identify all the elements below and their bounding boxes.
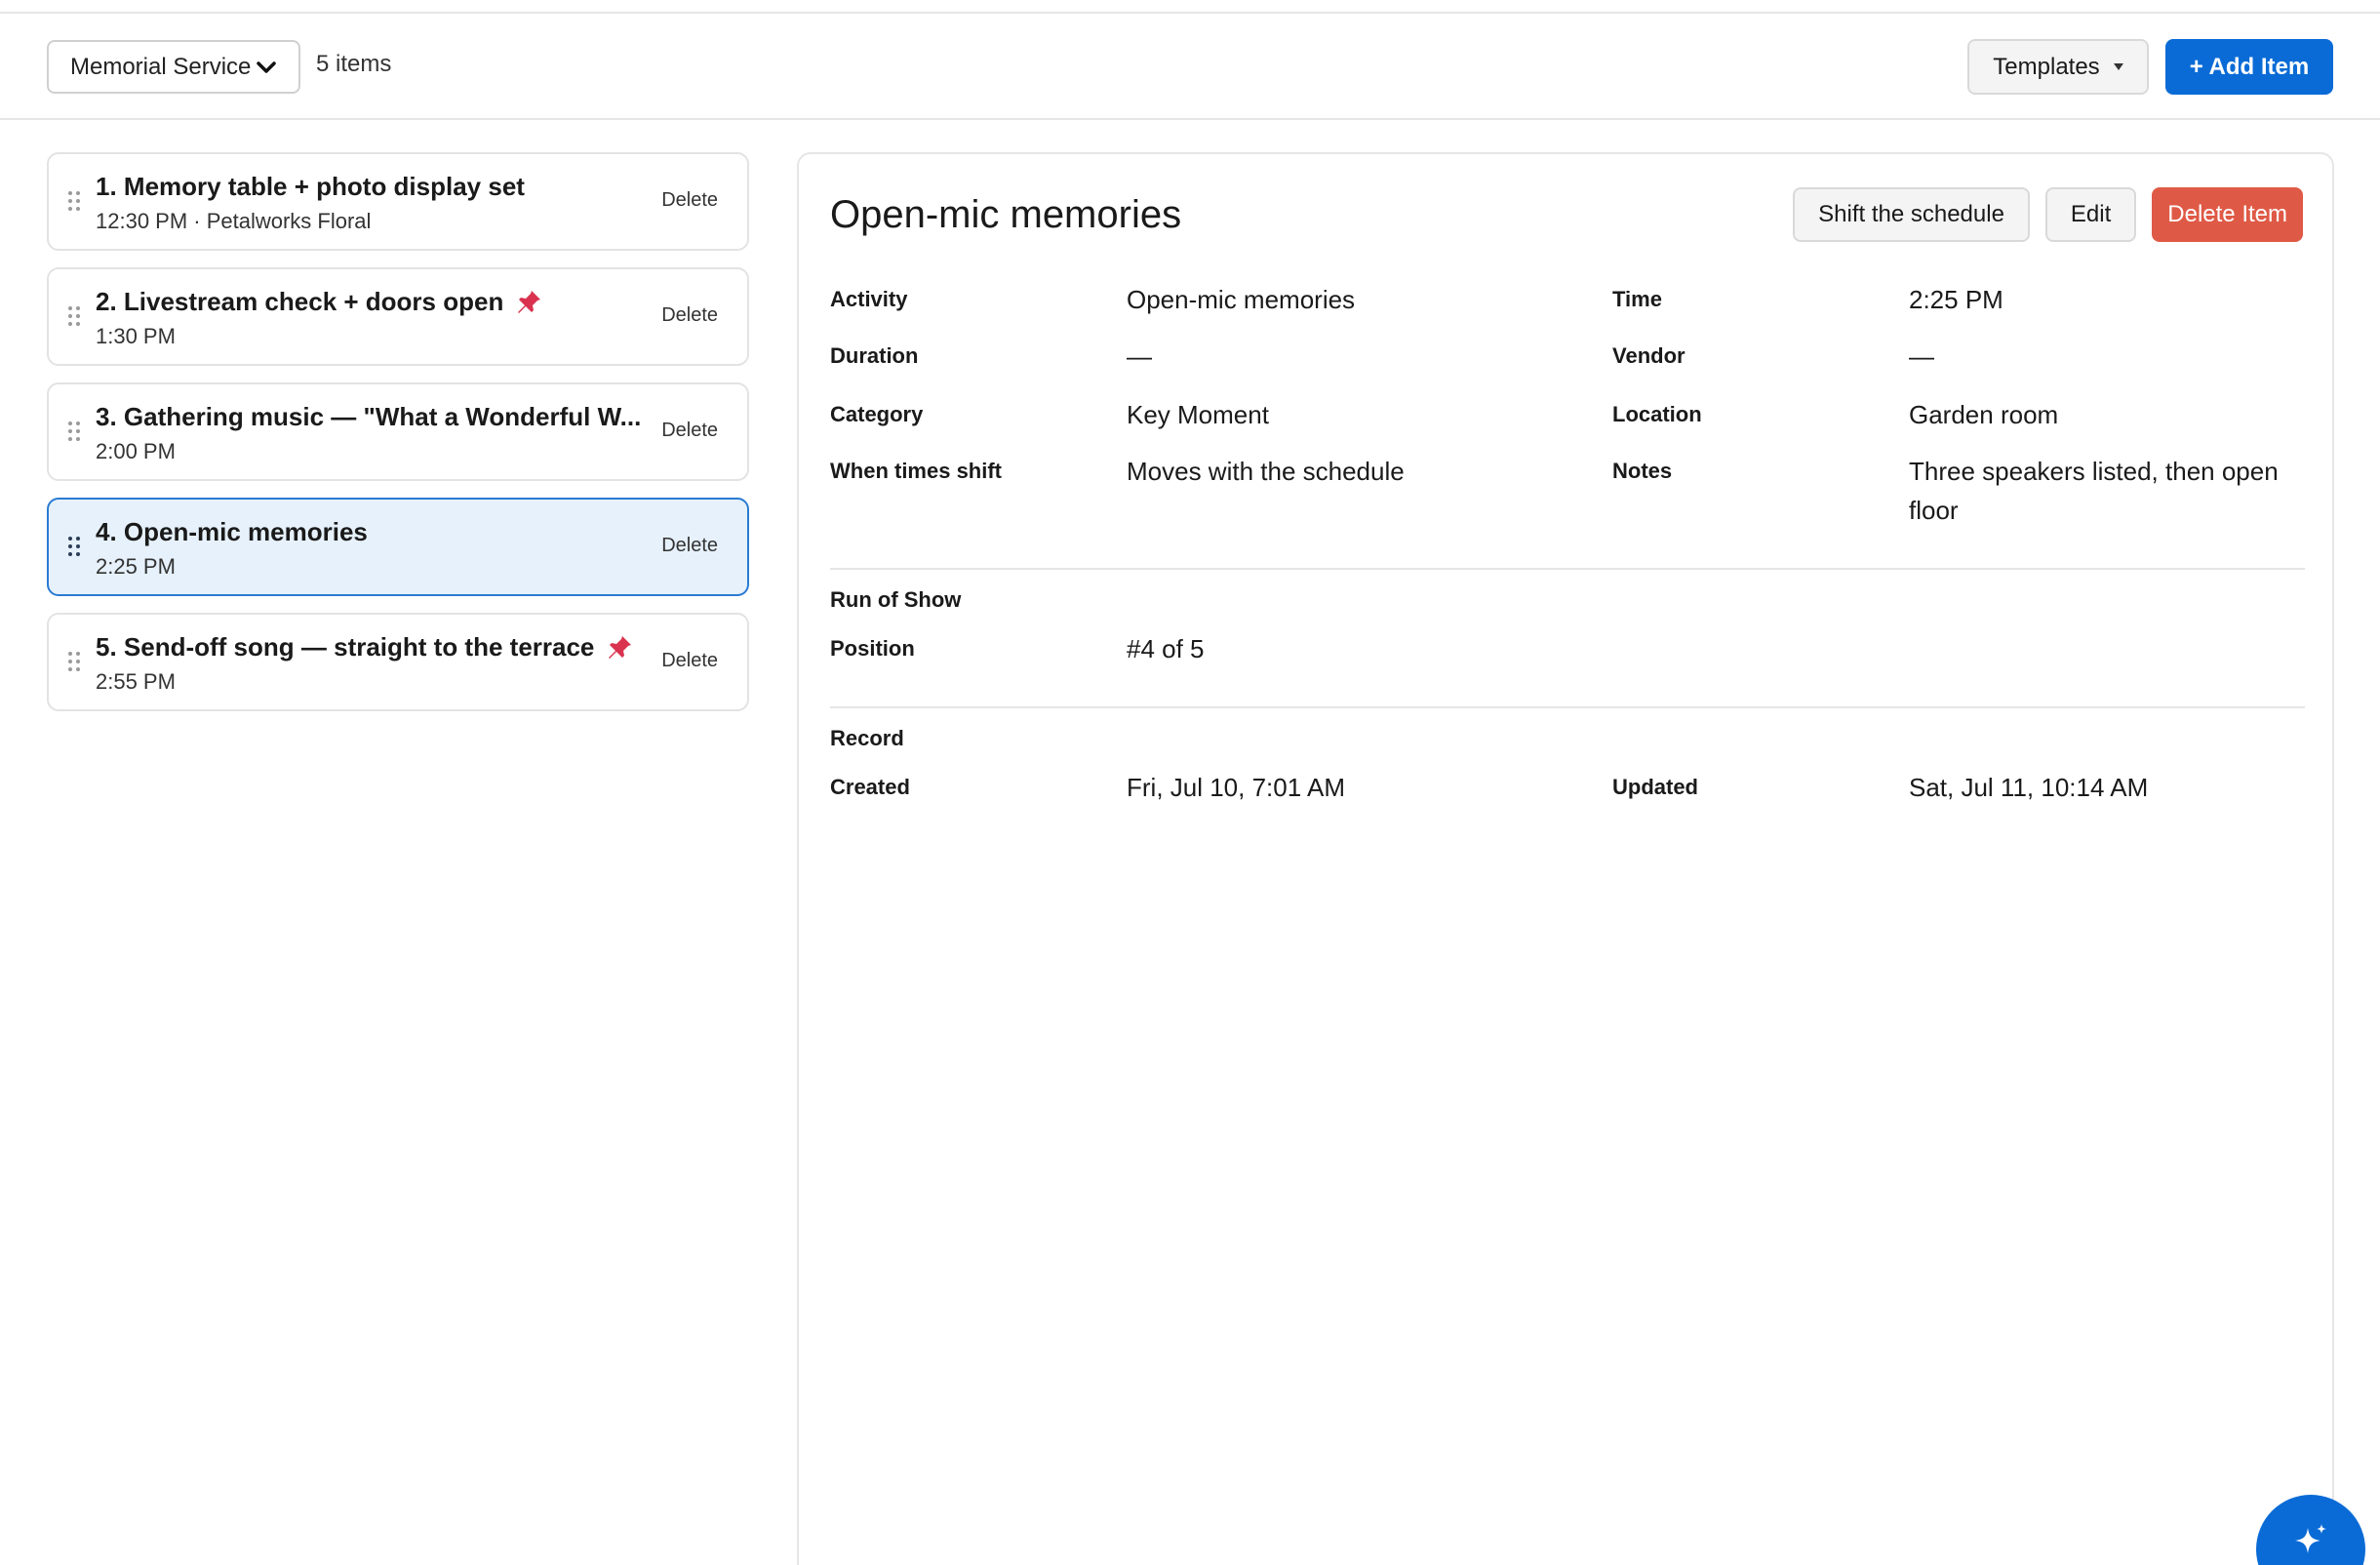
- list-item-subtitle: 2:00 PM: [96, 439, 176, 463]
- time-value: 2:25 PM: [1909, 285, 2003, 314]
- edit-button[interactable]: Edit: [2044, 187, 2137, 242]
- sparkle-icon: [2290, 1522, 2331, 1565]
- updated-label: Updated: [1612, 775, 1698, 799]
- item-detail-panel: Open-mic memories Shift the schedule Edi…: [797, 152, 2334, 1565]
- location-label: Location: [1612, 402, 1702, 426]
- caret-down-icon: [2113, 63, 2123, 70]
- section-divider: [830, 706, 2305, 708]
- toolbar: Memorial Service 5 items Templates + Add…: [0, 16, 2380, 120]
- list-item-subtitle: 2:25 PM: [96, 554, 176, 579]
- schedule-select-value: Memorial Service: [70, 53, 252, 80]
- detail-title: Open-mic memories: [830, 193, 1182, 236]
- schedule-select[interactable]: Memorial Service: [47, 40, 300, 94]
- delete-item-link[interactable]: Delete: [661, 304, 718, 327]
- pushpin-icon: [606, 634, 633, 662]
- location-value: Garden room: [1909, 400, 2059, 429]
- schedule-item-list: 1. Memory table + photo display set 12:3…: [47, 152, 749, 728]
- activity-label: Activity: [830, 287, 908, 311]
- chevron-down-icon: [256, 57, 277, 78]
- shift-schedule-button[interactable]: Shift the schedule: [1793, 187, 2030, 242]
- vendor-value: —: [1909, 341, 1934, 371]
- list-item[interactable]: 3. Gathering music — "What a Wonderful W…: [47, 382, 749, 481]
- delete-item-link[interactable]: Delete: [661, 650, 718, 672]
- list-item-subtitle: 12:30 PM · Petalworks Floral: [96, 209, 372, 233]
- delete-item-link[interactable]: Delete: [661, 535, 718, 557]
- activity-value: Open-mic memories: [1127, 285, 1356, 314]
- pushpin-icon: [515, 289, 542, 316]
- delete-item-button[interactable]: Delete Item: [2152, 187, 2303, 242]
- category-value: Key Moment: [1127, 400, 1269, 429]
- drag-handle-icon[interactable]: [68, 306, 80, 328]
- list-item-title: 3. Gathering music — "What a Wonderful W…: [96, 402, 642, 431]
- when-times-shift-label: When times shift: [830, 459, 1003, 483]
- top-bar: [0, 0, 2380, 14]
- delete-item-link[interactable]: Delete: [661, 189, 718, 212]
- time-label: Time: [1612, 287, 1662, 311]
- section-divider: [830, 568, 2305, 570]
- drag-handle-icon[interactable]: [68, 537, 80, 558]
- duration-value: —: [1127, 341, 1152, 371]
- templates-button[interactable]: Templates: [1967, 39, 2149, 95]
- detail-actions: Shift the schedule Edit Delete Item: [1793, 187, 2303, 242]
- list-item-title: 5. Send-off song — straight to the terra…: [96, 632, 633, 662]
- run-of-show-heading: Run of Show: [830, 587, 962, 612]
- list-item[interactable]: 2. Livestream check + doors open 1:30 PM…: [47, 267, 749, 366]
- drag-handle-icon[interactable]: [68, 191, 80, 213]
- list-item-subtitle: 1:30 PM: [96, 324, 176, 348]
- created-label: Created: [830, 775, 910, 799]
- list-item-title: 1. Memory table + photo display set: [96, 172, 525, 201]
- delete-item-link[interactable]: Delete: [661, 420, 718, 442]
- vendor-label: Vendor: [1612, 343, 1686, 368]
- list-item-selected[interactable]: 4. Open-mic memories 2:25 PM Delete: [47, 498, 749, 596]
- list-item-title: 4. Open-mic memories: [96, 517, 368, 546]
- notes-label: Notes: [1612, 459, 1673, 483]
- drag-handle-icon[interactable]: [68, 652, 80, 673]
- updated-value: Sat, Jul 11, 10:14 AM: [1909, 773, 2149, 802]
- notes-value: Three speakers listed, then open floor: [1909, 457, 2279, 525]
- templates-label: Templates: [1993, 53, 2100, 80]
- item-count: 5 items: [316, 51, 392, 77]
- add-item-button[interactable]: + Add Item: [2165, 39, 2333, 95]
- record-heading: Record: [830, 726, 904, 750]
- list-item[interactable]: 1. Memory table + photo display set 12:3…: [47, 152, 749, 251]
- list-item[interactable]: 5. Send-off song — straight to the terra…: [47, 613, 749, 711]
- when-times-shift-value: Moves with the schedule: [1127, 457, 1405, 486]
- list-item-title: 2. Livestream check + doors open: [96, 287, 542, 317]
- created-value: Fri, Jul 10, 7:01 AM: [1127, 773, 1345, 802]
- drag-handle-icon[interactable]: [68, 421, 80, 443]
- duration-label: Duration: [830, 343, 919, 368]
- category-label: Category: [830, 402, 924, 426]
- position-value: #4 of 5: [1127, 634, 1205, 663]
- position-label: Position: [830, 636, 915, 661]
- list-item-subtitle: 2:55 PM: [96, 669, 176, 694]
